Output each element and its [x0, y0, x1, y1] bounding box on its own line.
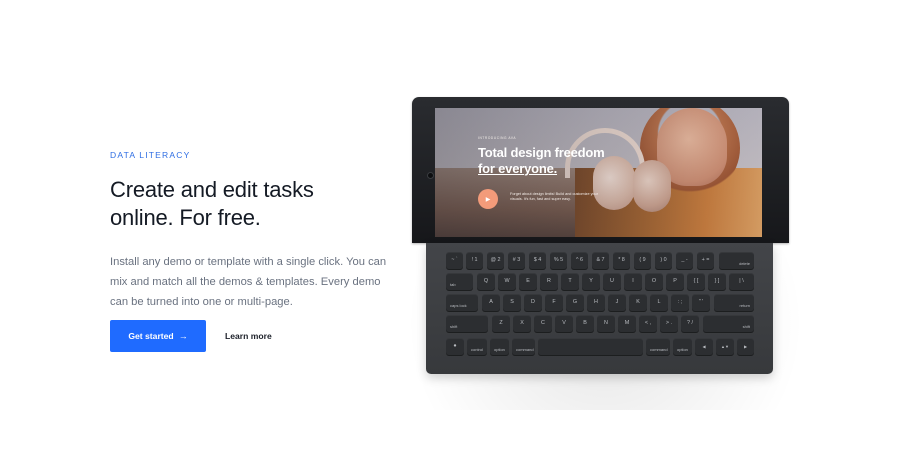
caps-lock-key: caps lock — [446, 294, 478, 312]
get-started-button[interactable]: Get started → — [110, 320, 206, 352]
key: K — [629, 294, 647, 312]
key: J — [608, 294, 626, 312]
key: | \ — [729, 273, 754, 291]
key: $ 4 — [529, 252, 546, 270]
key: T — [561, 273, 579, 291]
command-key-right: command — [646, 338, 670, 356]
key: G — [566, 294, 584, 312]
shift-key-right: shift — [703, 315, 754, 333]
key: ^ 6 — [571, 252, 588, 270]
screen-kicker: INTRODUCING AVA — [478, 136, 517, 140]
key: _ - — [676, 252, 693, 270]
headline-line-1: Create and edit tasks — [110, 177, 314, 202]
key: V — [555, 315, 573, 333]
globe-icon: ● — [446, 338, 464, 356]
key: # 3 — [508, 252, 525, 270]
key: C — [534, 315, 552, 333]
arrow-left-icon: ◀ — [695, 338, 713, 356]
hero-text: DATA LITERACY Create and edit tasks onli… — [110, 150, 400, 312]
eyebrow-label: DATA LITERACY — [110, 150, 191, 160]
key: " ' — [692, 294, 710, 312]
key: E — [519, 273, 537, 291]
key: H — [587, 294, 605, 312]
key: N — [597, 315, 615, 333]
key: Z — [492, 315, 510, 333]
cta-row: Get started → Learn more — [110, 320, 272, 352]
key: ! 1 — [466, 252, 483, 270]
headline-line-2: online. For free. — [110, 205, 261, 230]
key: U — [603, 273, 621, 291]
key: R — [540, 273, 558, 291]
key: ~ ` — [446, 252, 463, 270]
get-started-label: Get started — [128, 331, 174, 341]
key: { [ — [687, 273, 705, 291]
hero-description: Install any demo or template with a sing… — [110, 256, 387, 308]
command-key-left: command — [512, 338, 535, 356]
delete-key: delete — [719, 252, 754, 270]
key: A — [482, 294, 500, 312]
camera-icon — [427, 172, 434, 179]
screen-title-line-2: for everyone. — [478, 161, 558, 176]
key: S — [503, 294, 521, 312]
shift-key-left: shift — [446, 315, 488, 333]
key: Q — [477, 273, 495, 291]
key: D — [524, 294, 542, 312]
key: < , — [639, 315, 657, 333]
option-key-right: option — [673, 338, 692, 356]
key: ) 0 — [655, 252, 672, 270]
option-key-left: option — [490, 338, 509, 356]
tablet-screen: INTRODUCING AVA Total design freedom for… — [435, 108, 762, 237]
key: I — [624, 273, 642, 291]
key: @ 2 — [487, 252, 504, 270]
spacebar — [538, 338, 643, 356]
key: L — [650, 294, 668, 312]
learn-more-link[interactable]: Learn more — [225, 331, 272, 341]
key: % 5 — [550, 252, 567, 270]
key: Y — [582, 273, 600, 291]
key: O — [645, 273, 663, 291]
key: ( 9 — [634, 252, 651, 270]
key: F — [545, 294, 563, 312]
key: X — [513, 315, 531, 333]
screen-title-line-1: Total design freedom — [478, 145, 605, 160]
key: * 8 — [613, 252, 630, 270]
key: > . — [660, 315, 678, 333]
arrow-right-key-icon: ▶ — [737, 338, 754, 356]
key: B — [576, 315, 594, 333]
arrow-right-icon: → — [178, 331, 188, 341]
screen-title: Total design freedom for everyone. — [478, 145, 605, 177]
keyboard: ~ ` ! 1 @ 2 # 3 $ 4 % 5 ^ 6 & 7 * 8 ( 9 … — [426, 243, 773, 374]
key: : ; — [671, 294, 689, 312]
page-title: Create and edit tasks online. For free. — [110, 176, 400, 232]
screen-body-text: Forget about design limits! Build and cu… — [510, 192, 599, 202]
return-key: return — [714, 294, 754, 312]
control-key: control — [467, 338, 487, 356]
tab-key: tab — [446, 273, 473, 291]
key: P — [666, 273, 684, 291]
tablet-device: INTRODUCING AVA Total design freedom for… — [412, 97, 789, 243]
key: M — [618, 315, 636, 333]
arrow-up-down-icon: ▲▼ — [716, 338, 734, 356]
key: W — [498, 273, 516, 291]
play-icon: ▶ — [478, 189, 498, 209]
key: ? / — [681, 315, 699, 333]
key: + = — [697, 252, 714, 270]
key: & 7 — [592, 252, 609, 270]
key: } ] — [708, 273, 726, 291]
